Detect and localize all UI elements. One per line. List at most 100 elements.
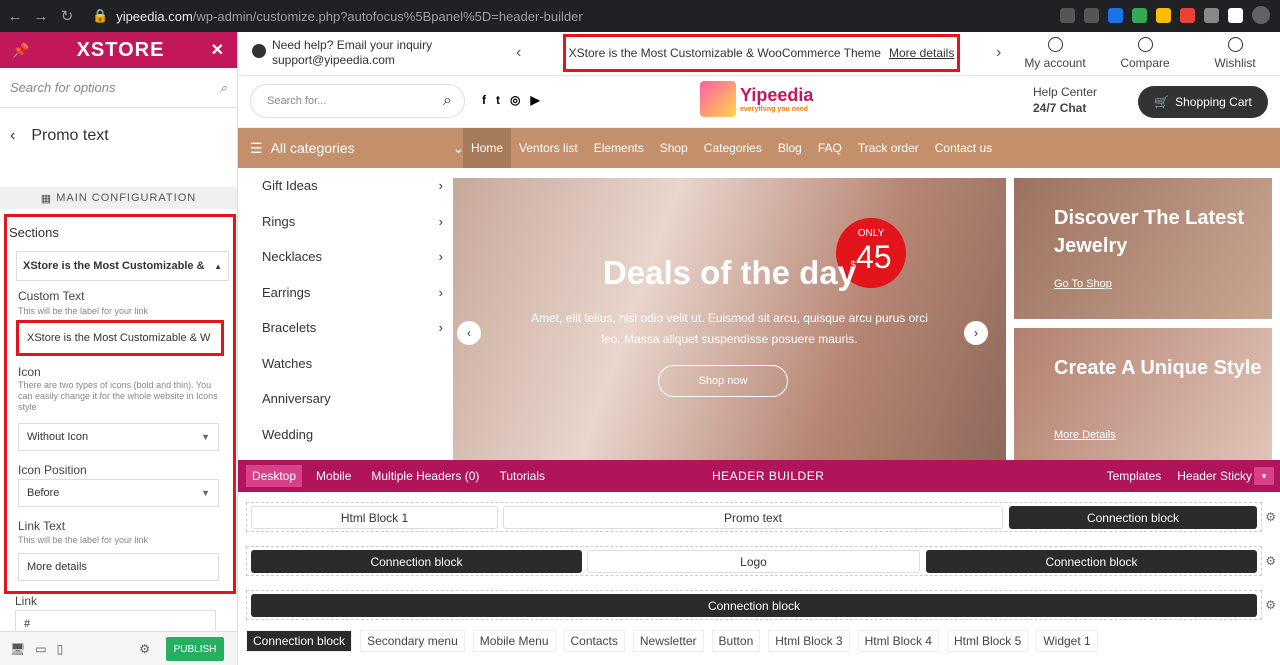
wishlist-link[interactable]: Wishlist [1190, 37, 1280, 70]
element-item[interactable]: Newsletter [632, 630, 704, 652]
shopping-cart-button[interactable]: 🛒 Shopping Cart [1138, 86, 1268, 118]
compare-link[interactable]: Compare [1100, 37, 1190, 70]
category-item[interactable]: Earrings › [250, 275, 453, 311]
builder-block[interactable]: Html Block 1 [251, 506, 498, 529]
nav-categories[interactable]: Categories [696, 128, 770, 168]
close-icon[interactable]: ✕ [211, 40, 225, 60]
extension-icon[interactable] [1156, 7, 1171, 23]
promo-card-style[interactable]: Create A Unique Style More Details [1014, 328, 1272, 460]
builder-block[interactable]: Connection block [251, 594, 1257, 617]
gear-icon[interactable]: ⚙ [1265, 510, 1276, 524]
link-text-input[interactable]: More details [18, 553, 219, 581]
twitter-icon[interactable]: t [496, 93, 500, 107]
back-row[interactable]: ‹ Promo text [0, 108, 237, 163]
nav-contact[interactable]: Contact us [927, 128, 1000, 168]
category-label: Watches [262, 355, 313, 371]
element-item[interactable]: Secondary menu [360, 630, 465, 652]
element-item[interactable]: Mobile Menu [472, 630, 556, 652]
element-item[interactable]: Html Block 3 [768, 630, 850, 652]
avatar[interactable] [1252, 6, 1270, 24]
chevron-right-icon[interactable]: › [996, 44, 1001, 62]
builder-block[interactable]: Connection block [926, 550, 1257, 573]
element-item[interactable]: Widget 1 [1036, 630, 1098, 652]
icon-position-select[interactable]: Before ▼ [18, 479, 219, 507]
section-accordion[interactable]: XStore is the Most Customizable & ▲ [16, 251, 229, 281]
extension-icon[interactable] [1132, 7, 1147, 23]
puzzle-icon[interactable] [1204, 7, 1219, 23]
element-item[interactable]: Button [711, 630, 761, 652]
builder-block[interactable]: Logo [587, 550, 920, 573]
gear-icon[interactable]: ⚙ [139, 642, 150, 656]
share-icon[interactable] [1060, 7, 1075, 23]
pin-icon[interactable]: 📌 [12, 42, 30, 59]
nav-faq[interactable]: FAQ [810, 128, 850, 168]
chevron-left-icon[interactable]: ‹ [457, 321, 481, 345]
mobile-icon[interactable]: ▯ [57, 642, 64, 656]
nav-ventors[interactable]: Ventors list [511, 128, 586, 168]
builder-block[interactable]: Connection block [251, 550, 582, 573]
templates-button[interactable]: Templates [1107, 469, 1162, 483]
nav-shop[interactable]: Shop [652, 128, 696, 168]
card-link[interactable]: Go To Shop [1054, 278, 1112, 290]
forward-icon[interactable]: → [30, 8, 52, 25]
category-item[interactable]: Gift Ideas › [250, 168, 453, 204]
youtube-icon[interactable]: ▶ [530, 93, 539, 107]
main-configuration-tab[interactable]: ▦ MAIN CONFIGURATION [0, 187, 237, 209]
extension-icon[interactable] [1180, 7, 1195, 23]
custom-text-input[interactable]: XStore is the Most Customizable & W [16, 320, 224, 356]
collapse-toggle-icon[interactable]: ▾ [1254, 467, 1274, 485]
category-item[interactable]: Watches [250, 346, 453, 382]
my-account-link[interactable]: My account [1010, 37, 1100, 70]
shop-now-button[interactable]: Shop now [658, 365, 788, 397]
star-icon[interactable] [1084, 7, 1099, 23]
help-email[interactable]: support@yipeedia.com [272, 53, 432, 68]
element-item[interactable]: Connection block [246, 630, 353, 652]
nav-elements[interactable]: Elements [586, 128, 652, 168]
header-sticky-button[interactable]: Header Sticky [1177, 469, 1252, 483]
nav-track-order[interactable]: Track order [850, 128, 927, 168]
sidebar-icon[interactable] [1228, 7, 1243, 23]
search-icon[interactable]: ⌕ [443, 92, 452, 110]
category-item[interactable]: Bracelets › [250, 310, 453, 346]
builder-block[interactable]: Connection block [1009, 506, 1257, 529]
nav-blog[interactable]: Blog [770, 128, 810, 168]
help-center[interactable]: Help Center 24/7 Chat [1033, 84, 1097, 116]
promo-card-jewelry[interactable]: Discover The Latest Jewelry Go To Shop [1014, 178, 1272, 319]
tablet-icon[interactable]: ▭ [35, 642, 46, 656]
element-item[interactable]: Contacts [563, 630, 625, 652]
category-item[interactable]: Necklaces › [250, 239, 453, 275]
all-categories-toggle[interactable]: ☰ All categories ⌄ [250, 128, 464, 168]
desktop-icon[interactable]: 🖥 [10, 642, 25, 656]
gear-icon[interactable]: ⚙ [1265, 598, 1276, 612]
chevron-left-icon[interactable]: ‹ [516, 44, 521, 62]
tab-tutorials[interactable]: Tutorials [493, 465, 551, 487]
extension-icon[interactable] [1108, 7, 1123, 23]
address-bar[interactable]: 🔒 yipeedia.com /wp-admin/customize.php?a… [92, 5, 882, 27]
back-chevron-icon[interactable]: ‹ [10, 127, 15, 145]
icon-select[interactable]: Without Icon ▼ [18, 423, 219, 451]
tab-mobile[interactable]: Mobile [310, 465, 357, 487]
tab-desktop[interactable]: Desktop [246, 465, 303, 487]
site-logo[interactable]: Yipeedia everything you need [700, 81, 813, 117]
element-item[interactable]: Html Block 5 [946, 630, 1029, 652]
facebook-icon[interactable]: f [482, 93, 486, 107]
publish-button[interactable]: PUBLISH [166, 637, 224, 661]
builder-block[interactable]: Promo text [503, 506, 1003, 529]
back-icon[interactable]: ← [4, 8, 26, 25]
category-item[interactable]: Rings › [250, 204, 453, 240]
promo-link[interactable]: More details [889, 46, 954, 60]
card-link[interactable]: More Details [1054, 429, 1116, 441]
instagram-icon[interactable]: ◎ [510, 93, 520, 107]
category-item[interactable]: Wedding [250, 417, 453, 453]
tab-multiple-headers[interactable]: Multiple Headers (0) [365, 465, 485, 487]
search-input[interactable]: Search for options [10, 80, 116, 95]
site-search-input[interactable]: Search for... ⌕ [250, 84, 465, 118]
gear-icon[interactable]: ⚙ [1265, 554, 1276, 568]
caret-up-icon[interactable]: ▲ [214, 262, 222, 271]
options-search[interactable]: Search for options ⌕ [0, 68, 237, 108]
category-item[interactable]: Anniversary [250, 381, 453, 417]
nav-home[interactable]: Home [463, 128, 512, 168]
chevron-right-icon[interactable]: › [964, 321, 988, 345]
element-item[interactable]: Html Block 4 [857, 630, 939, 652]
reload-icon[interactable]: ↻ [56, 7, 78, 25]
